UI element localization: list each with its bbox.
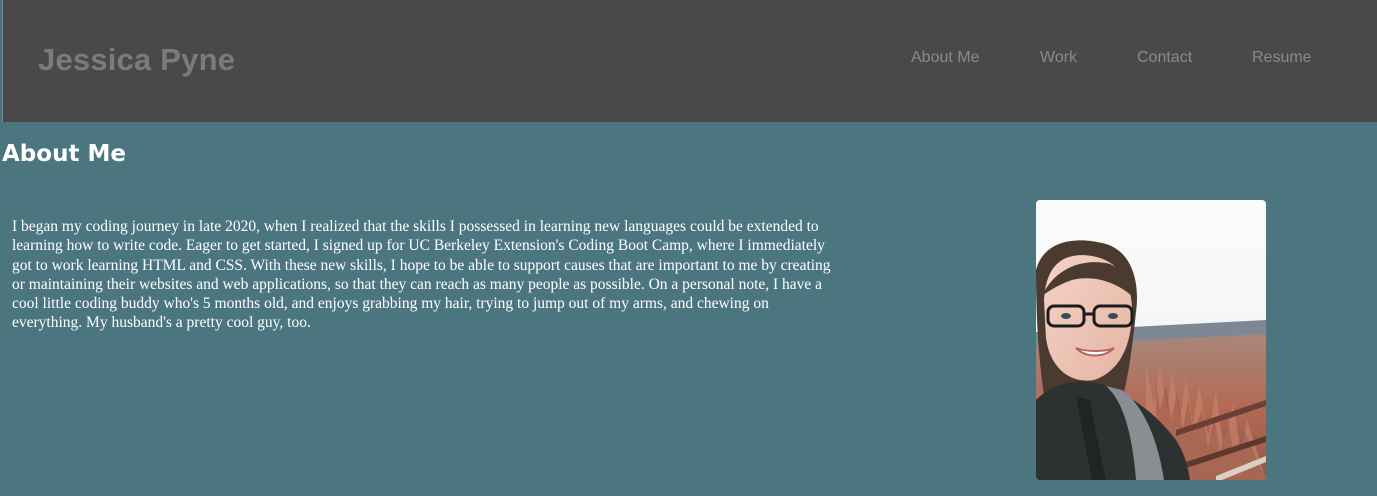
main-nav: About Me Work Contact Resume [3,49,1377,69]
nav-link-contact[interactable]: Contact [1137,49,1192,67]
nav-link-about-me[interactable]: About Me [911,49,979,67]
site-header: Jessica Pyne About Me Work Contact Resum… [2,0,1377,122]
nav-link-work[interactable]: Work [1040,49,1077,67]
about-section-title: About Me [2,141,126,167]
about-bio-paragraph: I began my coding journey in late 2020, … [12,218,831,332]
profile-photo [1036,200,1266,480]
nav-link-resume[interactable]: Resume [1252,49,1312,67]
